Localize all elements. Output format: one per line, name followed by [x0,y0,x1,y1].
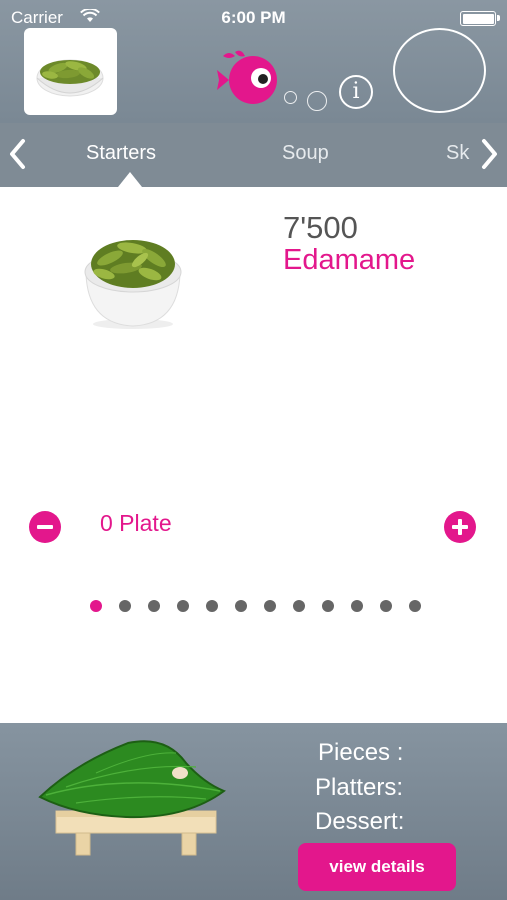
platters-label: Platters: [315,774,404,801]
pager-dot[interactable] [293,600,305,612]
decrease-quantity-button[interactable] [29,511,61,543]
pager-dot[interactable] [148,600,160,612]
chevron-left-icon[interactable] [6,137,30,171]
page-indicator-medium [307,91,327,111]
category-tabbar: Starters Soup Sk [0,123,507,187]
item-pager[interactable] [0,600,507,614]
info-button[interactable]: i [339,75,373,109]
pager-dot[interactable] [235,600,247,612]
pager-dot[interactable] [90,600,102,612]
selected-item-thumbnail[interactable] [24,28,117,115]
chevron-right-icon[interactable] [477,137,501,171]
pager-dot[interactable] [177,600,189,612]
order-circle[interactable] [393,28,486,113]
pager-dot[interactable] [380,600,392,612]
pager-dot[interactable] [322,600,334,612]
minus-icon [37,525,53,529]
pager-dot[interactable] [264,600,276,612]
pager-dot[interactable] [351,600,363,612]
tab-soup[interactable]: Soup [282,142,329,165]
view-details-button[interactable]: view details [298,843,456,891]
dessert-label: Dessert: [315,808,405,835]
info-icon: i [352,79,360,104]
quantity-label: 0 Plate [100,510,172,536]
plus-icon-vertical [458,519,462,535]
pieces-label: Pieces : [318,739,404,766]
fish-logo-icon [217,50,277,104]
page-indicator-small [284,91,297,104]
tab-starters[interactable]: Starters [86,142,156,165]
battery-icon [460,11,500,26]
pager-dot[interactable] [119,600,131,612]
pager-dot[interactable] [409,600,421,612]
active-tab-pointer [118,172,142,187]
sushi-board-image [38,740,226,856]
order-summary-footer: Pieces : Platters: Dessert: view details [0,723,507,900]
product-name: Edamame [283,244,416,276]
tab-next-partial[interactable]: Sk [446,142,469,165]
product-price: 7'500 [283,210,358,245]
header: Carrier 6:00 PM i [0,0,507,123]
pager-dot[interactable] [206,600,218,612]
status-time: 6:00 PM [221,8,286,27]
increase-quantity-button[interactable] [444,511,476,543]
edamame-product-image [84,240,182,329]
edamame-thumbnail-image [36,59,104,97]
